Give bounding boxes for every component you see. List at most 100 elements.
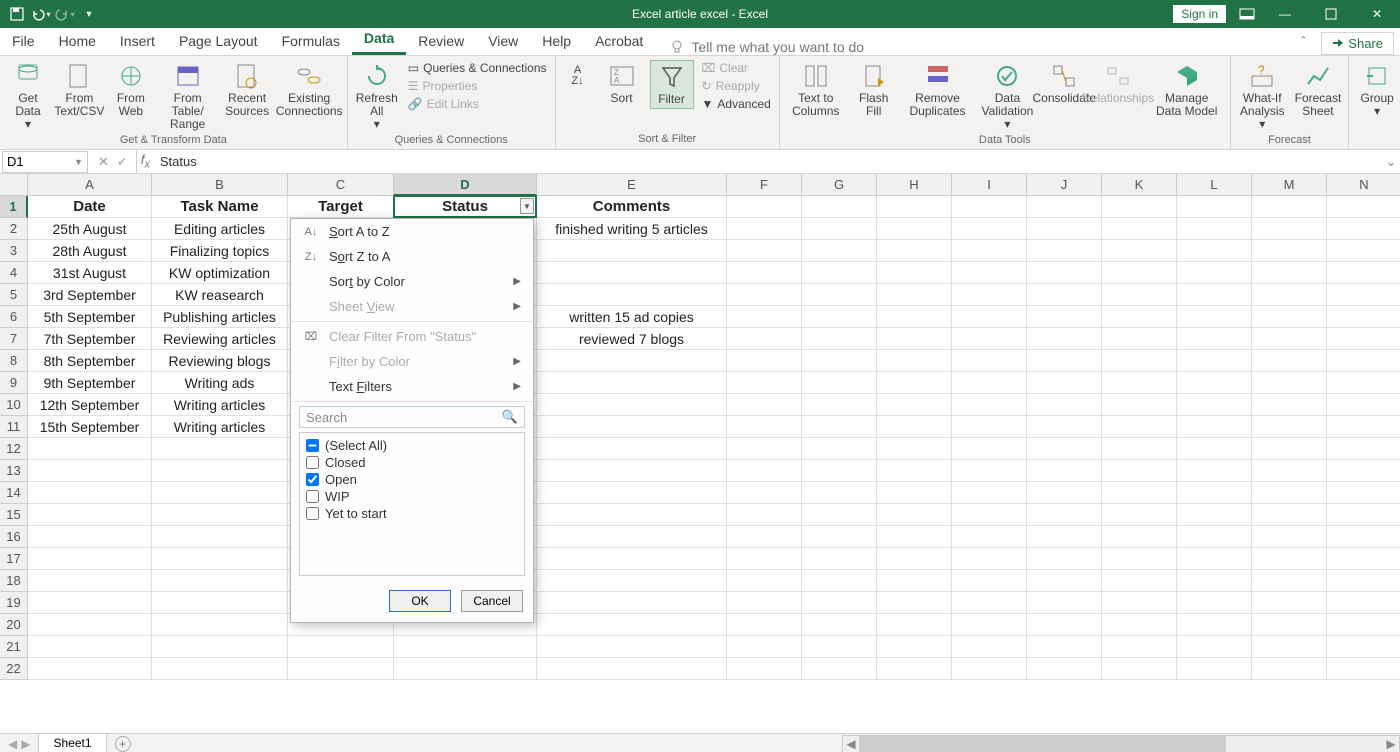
cell[interactable] [727,196,802,218]
row-header[interactable]: 20 [0,614,28,636]
cell[interactable] [727,504,802,526]
cell[interactable] [1252,504,1327,526]
cell[interactable] [1177,284,1252,306]
cell[interactable] [802,504,877,526]
cell[interactable] [152,658,288,680]
redo-icon[interactable]: ▾ [54,3,76,25]
cell[interactable]: Reviewing blogs [152,350,288,372]
cell[interactable] [877,504,952,526]
cell[interactable] [877,306,952,328]
cell[interactable] [877,526,952,548]
filter-checkbox[interactable] [306,456,319,469]
cell[interactable] [1102,350,1177,372]
sort-az-small-button[interactable]: AZ↓ [562,60,594,92]
data-validation-button[interactable]: Data Validation▾ [979,60,1035,134]
row-header[interactable]: 12 [0,438,28,460]
cell[interactable] [1177,504,1252,526]
cell[interactable] [1327,328,1400,350]
save-icon[interactable] [6,3,28,25]
cell[interactable] [802,240,877,262]
column-header[interactable]: E [537,174,727,196]
cell[interactable] [802,416,877,438]
row-header[interactable]: 9 [0,372,28,394]
cell[interactable] [952,460,1027,482]
cell[interactable] [802,394,877,416]
cell[interactable] [727,526,802,548]
properties-button[interactable]: ☰Properties [406,78,549,94]
cell[interactable] [727,438,802,460]
cell[interactable] [1177,394,1252,416]
tab-review[interactable]: Review [406,27,476,55]
cell[interactable] [537,526,727,548]
cell[interactable]: Task Name [152,196,288,218]
row-header[interactable]: 10 [0,394,28,416]
advanced-filter-button[interactable]: ▼Advanced [700,96,773,112]
cell[interactable] [28,526,152,548]
cell[interactable] [1102,592,1177,614]
cell[interactable] [152,548,288,570]
cell[interactable] [952,372,1027,394]
cell[interactable] [1327,482,1400,504]
cell[interactable] [1327,306,1400,328]
cell[interactable] [152,526,288,548]
reapply-button[interactable]: ↻Reapply [700,78,773,94]
ribbon-display-options-icon[interactable] [1232,3,1262,25]
cell[interactable] [1327,614,1400,636]
row-header[interactable]: 11 [0,416,28,438]
row-header[interactable]: 4 [0,262,28,284]
cell[interactable] [727,416,802,438]
sheet-nav-next-icon[interactable]: ▶ [21,737,30,751]
cell[interactable]: 3rd September [28,284,152,306]
forecast-sheet-button[interactable]: Forecast Sheet [1294,60,1342,120]
cell[interactable] [727,570,802,592]
cell[interactable] [1177,328,1252,350]
cell[interactable] [952,350,1027,372]
row-header[interactable]: 8 [0,350,28,372]
cell[interactable] [952,328,1027,350]
fx-icon[interactable]: fx [137,152,154,171]
cell[interactable] [1252,570,1327,592]
cell[interactable] [727,306,802,328]
existing-connections-button[interactable]: Existing Connections [278,60,341,120]
cell[interactable] [1177,350,1252,372]
add-sheet-button[interactable]: + [115,736,131,752]
cell[interactable] [1102,504,1177,526]
cell[interactable] [952,262,1027,284]
cell[interactable] [1177,614,1252,636]
what-if-analysis-button[interactable]: ?What-If Analysis▾ [1237,60,1288,134]
cell[interactable] [802,548,877,570]
cell[interactable] [1252,196,1327,218]
cell[interactable]: Date [28,196,152,218]
cell[interactable] [152,570,288,592]
cell[interactable] [1177,460,1252,482]
cell[interactable] [1102,394,1177,416]
cell[interactable] [802,592,877,614]
cell[interactable] [1177,570,1252,592]
cell[interactable] [1327,284,1400,306]
cell[interactable] [152,460,288,482]
tab-file[interactable]: File [0,27,47,55]
cell[interactable] [537,570,727,592]
cell[interactable] [1027,548,1102,570]
cell[interactable] [1177,548,1252,570]
sort-button[interactable]: ZASort [600,60,644,107]
cell[interactable] [1177,636,1252,658]
column-header[interactable]: L [1177,174,1252,196]
sheet-nav-prev-icon[interactable]: ◀ [8,737,17,751]
cell[interactable] [1252,394,1327,416]
cell[interactable] [877,240,952,262]
cell[interactable] [537,262,727,284]
cell[interactable] [1027,372,1102,394]
cell[interactable] [727,328,802,350]
cell[interactable] [28,504,152,526]
cell[interactable] [1327,416,1400,438]
cell[interactable] [1102,548,1177,570]
filter-checkbox-item[interactable]: WIP [306,488,518,505]
tab-help[interactable]: Help [530,27,583,55]
cell[interactable] [952,548,1027,570]
cell[interactable] [1327,394,1400,416]
cell[interactable] [952,504,1027,526]
row-header[interactable]: 5 [0,284,28,306]
cell[interactable] [1252,614,1327,636]
tell-me-search[interactable]: Tell me what you want to do [669,39,864,55]
